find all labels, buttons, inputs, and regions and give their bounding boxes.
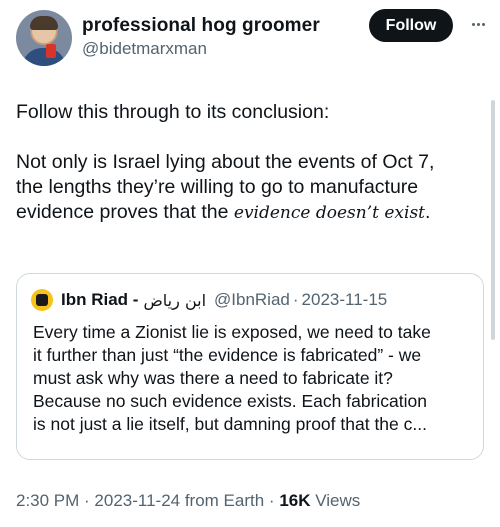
more-options-icon[interactable] [466,14,490,34]
more-dot [476,22,480,26]
tweet-header: professional hog groomer @bidetmarxman F… [0,0,500,70]
views-count: 16K [279,491,311,510]
author-avatar[interactable] [16,10,72,66]
more-dot [471,22,475,26]
quoted-author-avatar[interactable] [31,289,53,311]
quoted-author-name[interactable]: Ibn Riad - [61,290,138,310]
quoted-author-handle[interactable]: @IbnRiad [214,290,290,310]
quoted-tweet-text: Every time a Zionist lie is exposed, we … [33,321,479,436]
tweet-italic-phrase: evidence doesn’t exist [233,203,425,223]
quoted-tweet-card[interactable]: Ibn Riad - ابن رياض @IbnRiad · 2023-11-1… [16,273,484,460]
quoted-tweet-line: Because no such evidence exists. Each fa… [33,391,427,411]
tweet-line-suffix: . [425,201,431,223]
raised-fist-icon [36,294,48,306]
separator-dot: · [292,290,299,309]
quoted-tweet-header: Ibn Riad - ابن رياض @IbnRiad · 2023-11-1… [31,288,387,312]
quoted-tweet-line: Every time a Zionist lie is exposed, we … [33,322,431,342]
views-label: Views [310,491,361,510]
quoted-tweet-line: is not just a lie itself, but damning pr… [33,414,427,434]
avatar-cup [46,44,56,58]
more-dot [481,22,485,26]
tweet-line: Follow this through to its conclusion: [16,101,330,123]
quoted-tweet-date[interactable]: 2023-11-15 [302,290,388,310]
author-display-name[interactable]: professional hog groomer [82,15,320,37]
tweet-paragraph-gap [16,125,486,150]
tweet-line: evidence proves that the evidence doesn’… [16,200,486,226]
avatar-hair [30,16,58,30]
quoted-author-arabic-name[interactable]: ابن رياض [143,291,206,310]
follow-button[interactable]: Follow [369,9,453,42]
tweet-line: Not only is Israel lying about the event… [16,151,435,173]
tweet-timestamp[interactable]: 2:30 PM · 2023-11-24 from Earth · [16,491,279,510]
tweet-line-prefix: evidence proves that the [16,201,234,223]
avatar-shirt [22,48,66,66]
scrollbar[interactable] [491,100,495,340]
quoted-tweet-line: it further than just “the evidence is fa… [33,345,422,365]
tweet-text: Follow this through to its conclusion: N… [16,100,486,226]
tweet-line: the lengths they’re willing to go to man… [16,176,419,198]
tweet-metadata: 2:30 PM · 2023-11-24 from Earth · 16K Vi… [16,491,360,511]
quoted-tweet-line: must ask why was there a need to fabrica… [33,368,393,388]
author-handle[interactable]: @bidetmarxman [82,39,207,59]
